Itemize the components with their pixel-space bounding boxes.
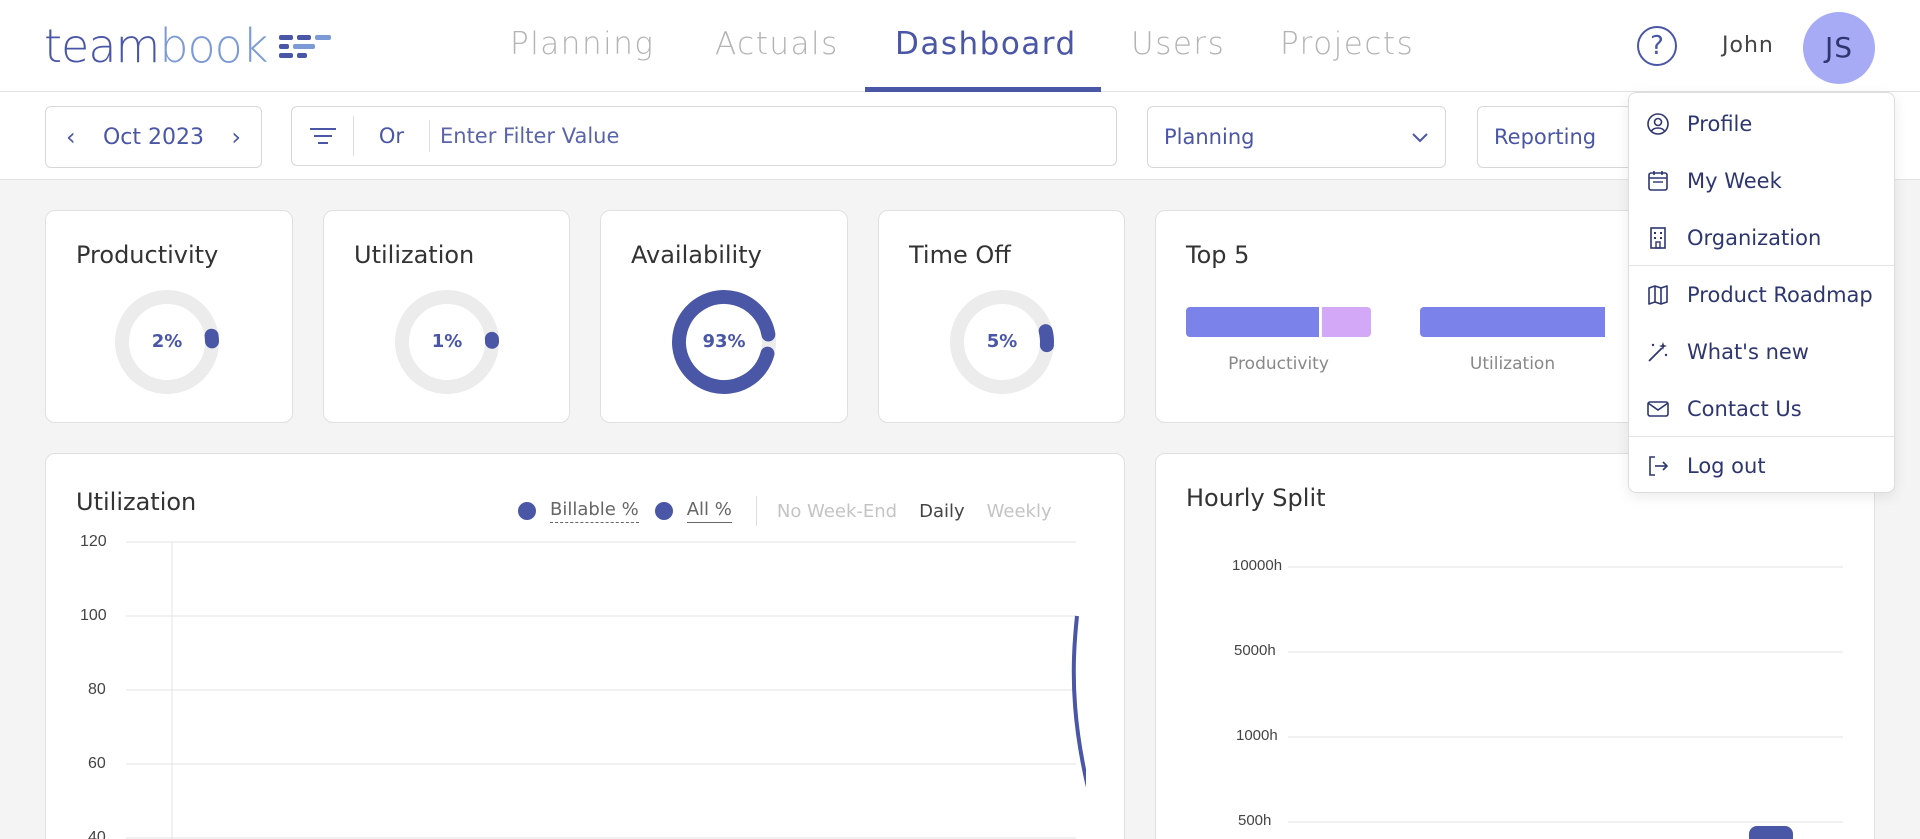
- filter-bar: Or: [291, 106, 1117, 166]
- mode-no-weekend[interactable]: No Week-End: [777, 501, 897, 522]
- user-circle-icon: [1645, 111, 1671, 137]
- filter-icon[interactable]: [292, 116, 354, 156]
- kpi-value: 5%: [986, 331, 1018, 352]
- kpi-card-availability: Availability 93%: [600, 210, 848, 423]
- kpi-donut: 5%: [947, 287, 1057, 397]
- y-tick-label: 40: [88, 829, 106, 839]
- user-dropdown-menu: Profile My Week Organization Product Roa…: [1628, 92, 1895, 493]
- kpi-title: Productivity: [76, 241, 219, 269]
- chart-title: Utilization: [76, 488, 197, 516]
- y-tick-label: 1000h: [1236, 727, 1278, 744]
- y-tick-label: 500h: [1238, 812, 1272, 829]
- user-name[interactable]: John: [1722, 33, 1774, 58]
- view-select-value: Planning: [1164, 125, 1255, 149]
- kpi-donut: 1%: [392, 287, 502, 397]
- hourly-split-card: Hourly Split 10000h 5000h 1000h 500h: [1155, 453, 1875, 839]
- menu-item-log-out[interactable]: Log out: [1629, 437, 1894, 494]
- top5-label-productivity: Productivity: [1228, 354, 1329, 374]
- kpi-title: Utilization: [354, 241, 475, 269]
- teambook-logo[interactable]: teambook: [44, 10, 353, 82]
- menu-item-contact-us[interactable]: Contact Us: [1629, 380, 1894, 437]
- mode-daily[interactable]: Daily: [919, 501, 965, 522]
- y-tick-label: 120: [80, 533, 107, 550]
- mail-icon: [1645, 396, 1671, 422]
- utilization-chart-card: Utilization Billable % All % No Week-End…: [45, 453, 1125, 839]
- nav-dashboard[interactable]: Dashboard: [895, 26, 1077, 62]
- chart-legend: Billable % All % No Week-End Daily Weekl…: [518, 496, 1074, 526]
- menu-item-organization[interactable]: Organization: [1629, 209, 1894, 266]
- kpi-title: Time Off: [909, 241, 1011, 269]
- kpi-card-productivity: Productivity 2%: [45, 210, 293, 423]
- kpi-value: 1%: [431, 331, 463, 352]
- logo-text: teambook: [44, 19, 268, 73]
- bar-segment-primary: [1186, 307, 1319, 337]
- nav-actuals[interactable]: Actuals: [715, 26, 839, 62]
- y-tick-label: 10000h: [1232, 557, 1283, 574]
- magic-wand-icon: [1645, 339, 1671, 365]
- kpi-card-utilization: Utilization 1%: [323, 210, 570, 423]
- chevron-right-icon[interactable]: ›: [231, 123, 241, 151]
- nav-projects[interactable]: Projects: [1280, 26, 1414, 62]
- y-tick-label: 5000h: [1234, 642, 1276, 659]
- map-icon: [1645, 282, 1671, 308]
- legend-dot-billable: [518, 502, 536, 520]
- menu-item-my-week[interactable]: My Week: [1629, 152, 1894, 209]
- kpi-title: Availability: [631, 241, 762, 269]
- kpi-value: 93%: [702, 331, 746, 352]
- view-select[interactable]: Planning: [1147, 106, 1446, 168]
- hourly-split-chart: [1288, 566, 1843, 839]
- legend-all[interactable]: All %: [686, 499, 732, 523]
- question-circle-icon[interactable]: ?: [1637, 26, 1677, 66]
- filter-input[interactable]: [430, 124, 1116, 148]
- avatar[interactable]: JS: [1803, 12, 1875, 84]
- top5-label-utilization: Utilization: [1469, 354, 1556, 374]
- report-select-value: Reporting: [1494, 125, 1597, 149]
- menu-item-profile[interactable]: Profile: [1629, 95, 1894, 152]
- kpi-card-time-off: Time Off 5%: [878, 210, 1125, 423]
- calendar-icon: [1645, 168, 1671, 194]
- current-month[interactable]: Oct 2023: [103, 125, 204, 150]
- y-tick-label: 100: [80, 607, 107, 624]
- chevron-down-icon: [1412, 133, 1428, 143]
- bar-segment-secondary: [1322, 307, 1371, 337]
- logo-mark-icon: [279, 31, 332, 61]
- filter-operator-toggle[interactable]: Or: [354, 120, 430, 152]
- mode-weekly[interactable]: Weekly: [987, 501, 1052, 522]
- report-select[interactable]: Reporting: [1477, 106, 1637, 168]
- y-tick-label: 60: [88, 755, 106, 772]
- chevron-left-icon[interactable]: ‹: [66, 123, 76, 151]
- kpi-donut: 93%: [669, 287, 779, 397]
- date-picker: ‹ Oct 2023 ›: [45, 106, 262, 168]
- legend-billable[interactable]: Billable %: [550, 499, 639, 523]
- bar-segment-primary: [1420, 307, 1605, 337]
- building-icon: [1645, 225, 1671, 251]
- nav-users[interactable]: Users: [1131, 26, 1225, 62]
- y-tick-label: 80: [88, 681, 106, 698]
- series-all-percent-line: [1071, 615, 1086, 788]
- menu-item-product-roadmap[interactable]: Product Roadmap: [1629, 266, 1894, 323]
- kpi-donut: 2%: [112, 287, 222, 397]
- logout-icon: [1645, 453, 1671, 479]
- top5-title: Top 5: [1186, 241, 1250, 269]
- nav-planning[interactable]: Planning: [510, 26, 654, 62]
- hourly-bar[interactable]: [1749, 826, 1793, 839]
- top-header: teambook Planning Actuals Dashboard User…: [0, 0, 1920, 92]
- kpi-value: 2%: [151, 331, 183, 352]
- utilization-line-chart: [126, 541, 1086, 839]
- chart-title: Hourly Split: [1186, 484, 1326, 512]
- menu-item-whats-new[interactable]: What's new: [1629, 323, 1894, 380]
- legend-dot-all: [654, 502, 673, 520]
